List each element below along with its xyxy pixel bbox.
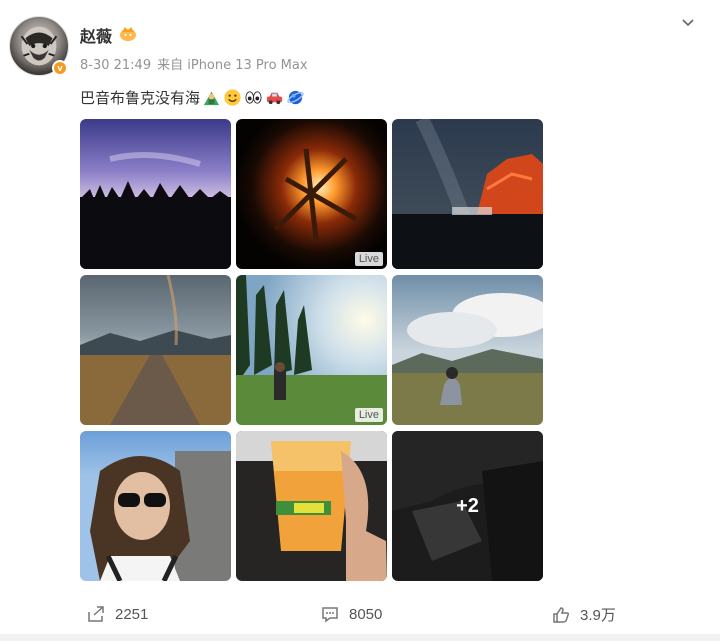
post-meta: 8-30 21:49 来自 iPhone 13 Pro Max	[80, 54, 314, 73]
live-photo-badge: Live	[354, 408, 383, 422]
thumbs-up-icon	[553, 606, 570, 623]
photo-grassland-sitting[interactable]	[392, 275, 543, 425]
post-source: 来自 iPhone 13 Pro Max	[157, 58, 308, 73]
verified-badge-icon: v	[52, 60, 68, 76]
repost-count: 2251	[115, 605, 149, 623]
member-crown-icon[interactable]	[118, 24, 138, 42]
planet-emoji	[286, 88, 305, 107]
photo-starry-sky-rock[interactable]	[392, 119, 543, 269]
photo-forest-person[interactable]: Live	[236, 275, 387, 425]
repost-icon	[88, 606, 104, 622]
live-photo-badge: Live	[354, 252, 383, 266]
photo-campfire[interactable]: Live	[236, 119, 387, 269]
eyes-emoji	[244, 88, 263, 107]
like-count: 3.9万	[580, 607, 616, 624]
photo-road-rainbow[interactable]	[80, 275, 231, 425]
photo-silhouette-riders[interactable]	[80, 119, 231, 269]
action-bar: 2251 8050 3.9万	[0, 596, 720, 634]
post-body: 巴音布鲁克没有海	[80, 88, 201, 107]
post-timestamp[interactable]: 8-30 21:49	[80, 58, 151, 73]
smile-emoji	[223, 88, 242, 107]
post-text: 巴音布鲁克没有海	[80, 86, 305, 108]
photo-beer-cup[interactable]	[236, 431, 387, 581]
chevron-down-icon[interactable]	[680, 15, 696, 31]
photo-grid: Live Live +2	[80, 119, 543, 581]
comment-button[interactable]: 8050	[320, 604, 382, 624]
photo-selfie-sunglasses[interactable]	[80, 431, 231, 581]
more-photos-count[interactable]: +2	[392, 431, 543, 581]
photo-car-seat[interactable]: +2	[392, 431, 543, 581]
repost-button[interactable]: 2251	[86, 604, 148, 624]
like-button[interactable]: 3.9万	[551, 604, 616, 625]
person-mountain-emoji	[202, 88, 221, 107]
comment-count: 8050	[349, 605, 383, 623]
divider	[0, 634, 720, 641]
comment-icon	[322, 607, 338, 623]
car-emoji	[265, 88, 284, 107]
author-name[interactable]: 赵薇	[80, 23, 112, 47]
